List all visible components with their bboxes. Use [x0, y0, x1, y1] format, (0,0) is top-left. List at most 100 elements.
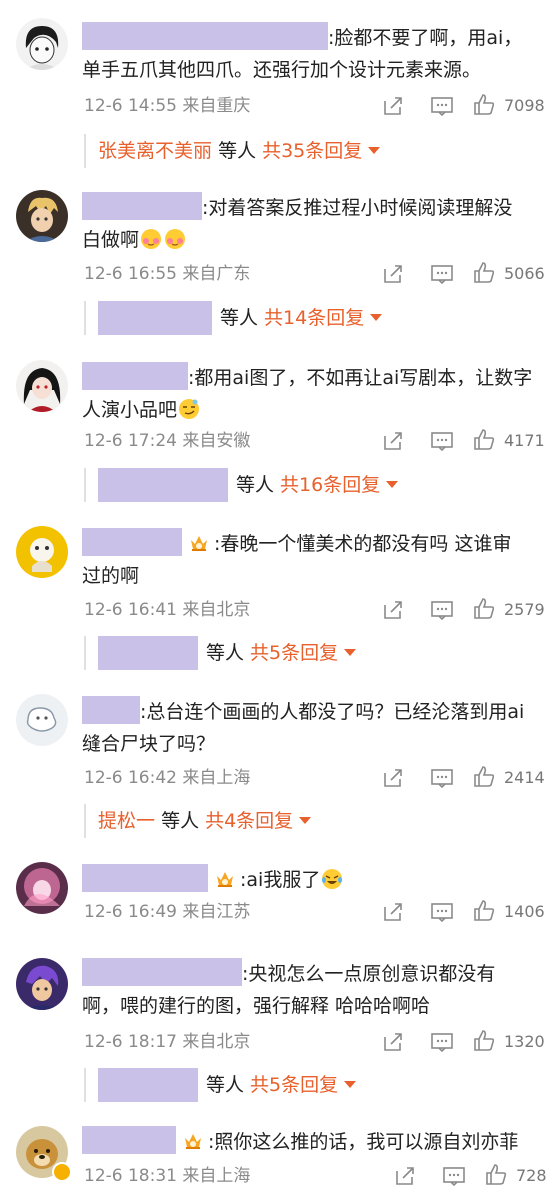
share-icon[interactable] [382, 599, 404, 621]
comment-text: :照你这么推的话，我可以源自刘亦菲 [82, 1126, 543, 1158]
comment-icon[interactable] [430, 263, 454, 285]
redacted-username[interactable] [82, 696, 140, 724]
comment-time: 12-6 16:42 来自上海 [84, 768, 251, 788]
comment-meta: 12-6 16:55 来自广东 5066 [84, 259, 545, 289]
reply-total[interactable]: 共35条回复 [262, 140, 362, 162]
redacted-username[interactable] [82, 362, 188, 390]
thumbs-up-icon[interactable] [484, 1163, 508, 1187]
comment-icon[interactable] [430, 599, 454, 621]
redacted-username[interactable] [82, 528, 182, 556]
share-icon[interactable] [382, 263, 404, 285]
reply-total[interactable]: 共5条回复 [250, 642, 338, 664]
redacted-username[interactable] [82, 192, 202, 220]
like-count: 1406 [504, 902, 545, 921]
thumbs-up-icon[interactable] [472, 597, 496, 621]
reply-summary[interactable]: 等人 共14条回复 [84, 301, 383, 335]
like-count: 4171 [504, 431, 545, 450]
crown-badge-icon [191, 536, 207, 551]
redacted-username[interactable] [82, 22, 328, 50]
comment-time: 12-6 16:49 来自江苏 [84, 902, 251, 922]
comment-text-line2: 人演小品吧 [82, 399, 178, 421]
thumbs-up-icon[interactable] [472, 1029, 496, 1053]
reply-summary[interactable]: 提松一 等人 共4条回复 [84, 804, 312, 838]
caret-down-icon[interactable] [344, 649, 357, 656]
crown-badge-icon [185, 1134, 201, 1149]
caret-down-icon[interactable] [386, 481, 399, 488]
comment-meta: 12-6 18:31 来自上海 728 [84, 1161, 547, 1191]
comment-icon[interactable] [430, 767, 454, 789]
crown-badge-icon [217, 872, 233, 887]
thumbs-up-icon[interactable] [472, 93, 496, 117]
comment-text-line1: :总台连个画画的人都没了吗？已经沦落到用ai [140, 701, 525, 723]
caret-down-icon[interactable] [299, 817, 312, 824]
thumbs-up-icon[interactable] [472, 428, 496, 452]
avatar[interactable] [16, 360, 68, 412]
comment-time: 12-6 18:17 来自北京 [84, 1032, 251, 1052]
comment-text: :总台连个画画的人都没了吗？已经沦落到用ai 缝合尸块了吗？ [82, 696, 543, 760]
reply-summary[interactable]: 张美离不美丽 等人 共35条回复 [84, 134, 381, 168]
thumbs-up-icon[interactable] [472, 261, 496, 285]
share-icon[interactable] [382, 767, 404, 789]
comment-time: 12-6 14:55 来自重庆 [84, 96, 251, 116]
comment-icon[interactable] [430, 430, 454, 452]
redacted-username[interactable] [82, 864, 208, 892]
avatar[interactable] [16, 18, 68, 70]
comment-text-line2: 单手五爪其他四爪。还强行加个设计元素来源。 [82, 59, 482, 81]
avatar[interactable] [16, 526, 68, 578]
redacted-reply-user[interactable] [98, 636, 198, 670]
comment-text-line2: 啊，喂的建行的图，强行解释 哈哈哈啊哈 [82, 995, 431, 1017]
comment-icon[interactable] [442, 1165, 466, 1187]
comment-text: :都用ai图了，不如再让ai写剧本，让数字 人演小品吧 [82, 362, 543, 426]
reply-total[interactable]: 共5条回复 [250, 1074, 338, 1096]
reply-user-link[interactable]: 张美离不美丽 [98, 140, 212, 162]
redacted-username[interactable] [82, 958, 242, 986]
reply-mid-text: 等人 [206, 1074, 245, 1096]
comment-text-line1: :ai我服了 [240, 869, 321, 891]
comment-text-line1: :春晚一个懂美术的都没有吗 这谁审 [214, 533, 512, 555]
avatar[interactable] [16, 190, 68, 242]
smirk-emoji-icon [179, 399, 200, 419]
comment-text-line1: :照你这么推的话，我可以源自刘亦菲 [208, 1131, 519, 1153]
redacted-reply-user[interactable] [98, 1068, 198, 1102]
share-icon[interactable] [382, 95, 404, 117]
like-count: 5066 [504, 264, 545, 283]
share-icon[interactable] [382, 1031, 404, 1053]
comment-meta: 12-6 16:42 来自上海 2414 [84, 763, 545, 793]
reply-total[interactable]: 共16条回复 [280, 474, 380, 496]
reply-summary[interactable]: 等人 共5条回复 [84, 636, 357, 670]
redacted-username[interactable] [82, 1126, 176, 1154]
caret-down-icon[interactable] [368, 147, 381, 154]
like-count: 728 [516, 1166, 547, 1185]
comment-icon[interactable] [430, 95, 454, 117]
share-icon[interactable] [394, 1165, 416, 1187]
reply-total[interactable]: 共4条回复 [205, 810, 293, 832]
reply-mid-text: 等人 [220, 307, 259, 329]
comment-time: 12-6 17:24 来自安徽 [84, 431, 251, 451]
avatar[interactable] [16, 862, 68, 914]
comment-text-line1: :对着答案反推过程小时候阅读理解没 [202, 197, 513, 219]
reply-mid-text: 等人 [206, 642, 245, 664]
share-icon[interactable] [382, 430, 404, 452]
avatar[interactable] [16, 958, 68, 1010]
comment-meta: 12-6 14:55 来自重庆 7098 [84, 91, 545, 121]
comment-icon[interactable] [430, 1031, 454, 1053]
reply-summary[interactable]: 等人 共16条回复 [84, 468, 399, 502]
avatar[interactable] [16, 694, 68, 746]
comment-icon[interactable] [430, 901, 454, 923]
reply-summary[interactable]: 等人 共5条回复 [84, 1068, 357, 1102]
verified-badge-icon [52, 1162, 72, 1182]
redacted-reply-user[interactable] [98, 468, 228, 502]
comment-text: :春晚一个懂美术的都没有吗 这谁审 过的啊 [82, 528, 543, 592]
thumbs-up-icon[interactable] [472, 765, 496, 789]
reply-total[interactable]: 共14条回复 [264, 307, 364, 329]
laughing-tears-emoji-icon [322, 869, 343, 889]
redacted-reply-user[interactable] [98, 301, 212, 335]
comment-text-line1: :央视怎么一点原创意识都没有 [242, 963, 496, 985]
thumbs-up-icon[interactable] [472, 899, 496, 923]
comment-meta: 12-6 18:17 来自北京 1320 [84, 1027, 545, 1057]
caret-down-icon[interactable] [370, 314, 383, 321]
share-icon[interactable] [382, 901, 404, 923]
comment-meta: 12-6 16:41 来自北京 2579 [84, 595, 545, 625]
caret-down-icon[interactable] [344, 1081, 357, 1088]
reply-user-link[interactable]: 提松一 [98, 810, 155, 832]
